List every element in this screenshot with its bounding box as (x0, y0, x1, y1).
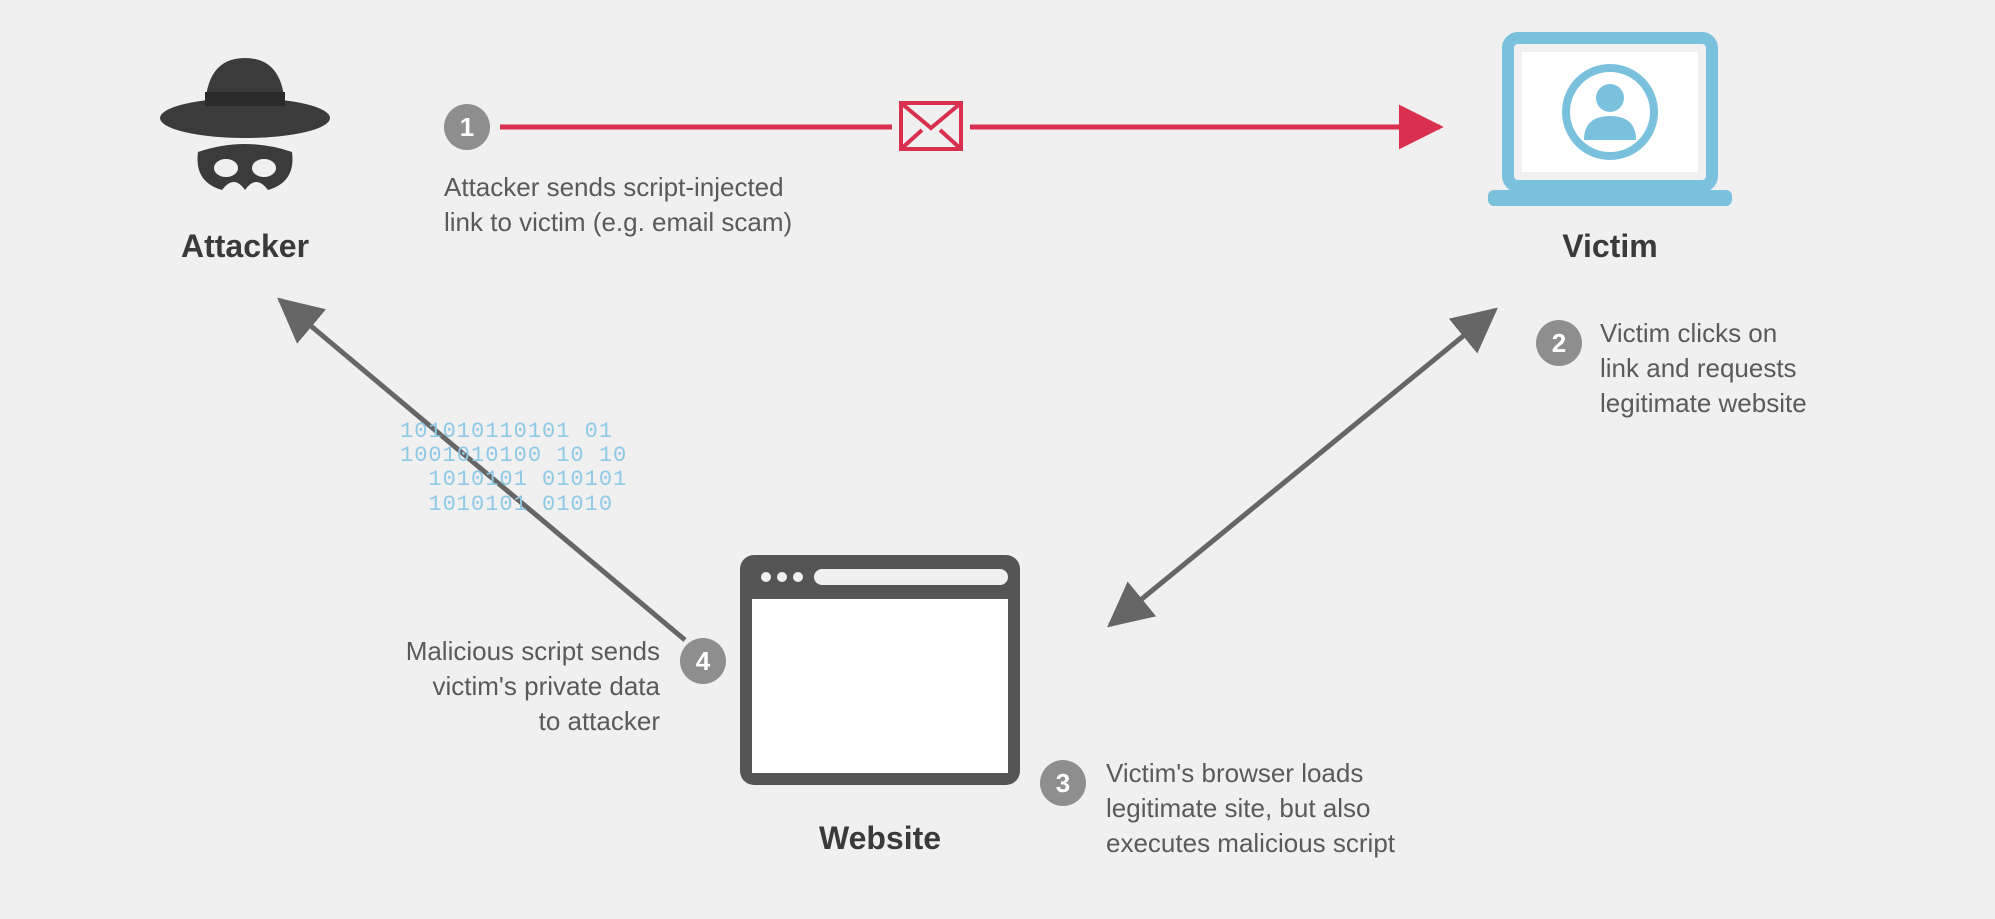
website-icon (730, 545, 1030, 805)
step4-badge: 4 (680, 638, 726, 684)
binary-decoration: 101010110101 01 1001010100 10 10 1010101… (400, 420, 627, 517)
victim-label: Victim (1500, 228, 1720, 265)
victim-icon (1480, 30, 1740, 225)
step1-badge: 1 (444, 104, 490, 150)
step2-badge: 2 (1536, 320, 1582, 366)
step2-text: Victim clicks on link and requests legit… (1600, 316, 1900, 421)
arrow-step2 (1110, 310, 1495, 625)
attacker-icon (150, 40, 340, 215)
website-label: Website (760, 820, 1000, 857)
attacker-label: Attacker (120, 228, 370, 265)
step3-text: Victim's browser loads legitimate site, … (1106, 756, 1526, 861)
step3-badge: 3 (1040, 760, 1086, 806)
xss-diagram: Attacker Victim Website (0, 0, 1995, 919)
envelope-icon (898, 100, 964, 157)
step1-text: Attacker sends script-injected link to v… (444, 170, 924, 240)
step4-text: Malicious script sends victim's private … (300, 634, 660, 739)
